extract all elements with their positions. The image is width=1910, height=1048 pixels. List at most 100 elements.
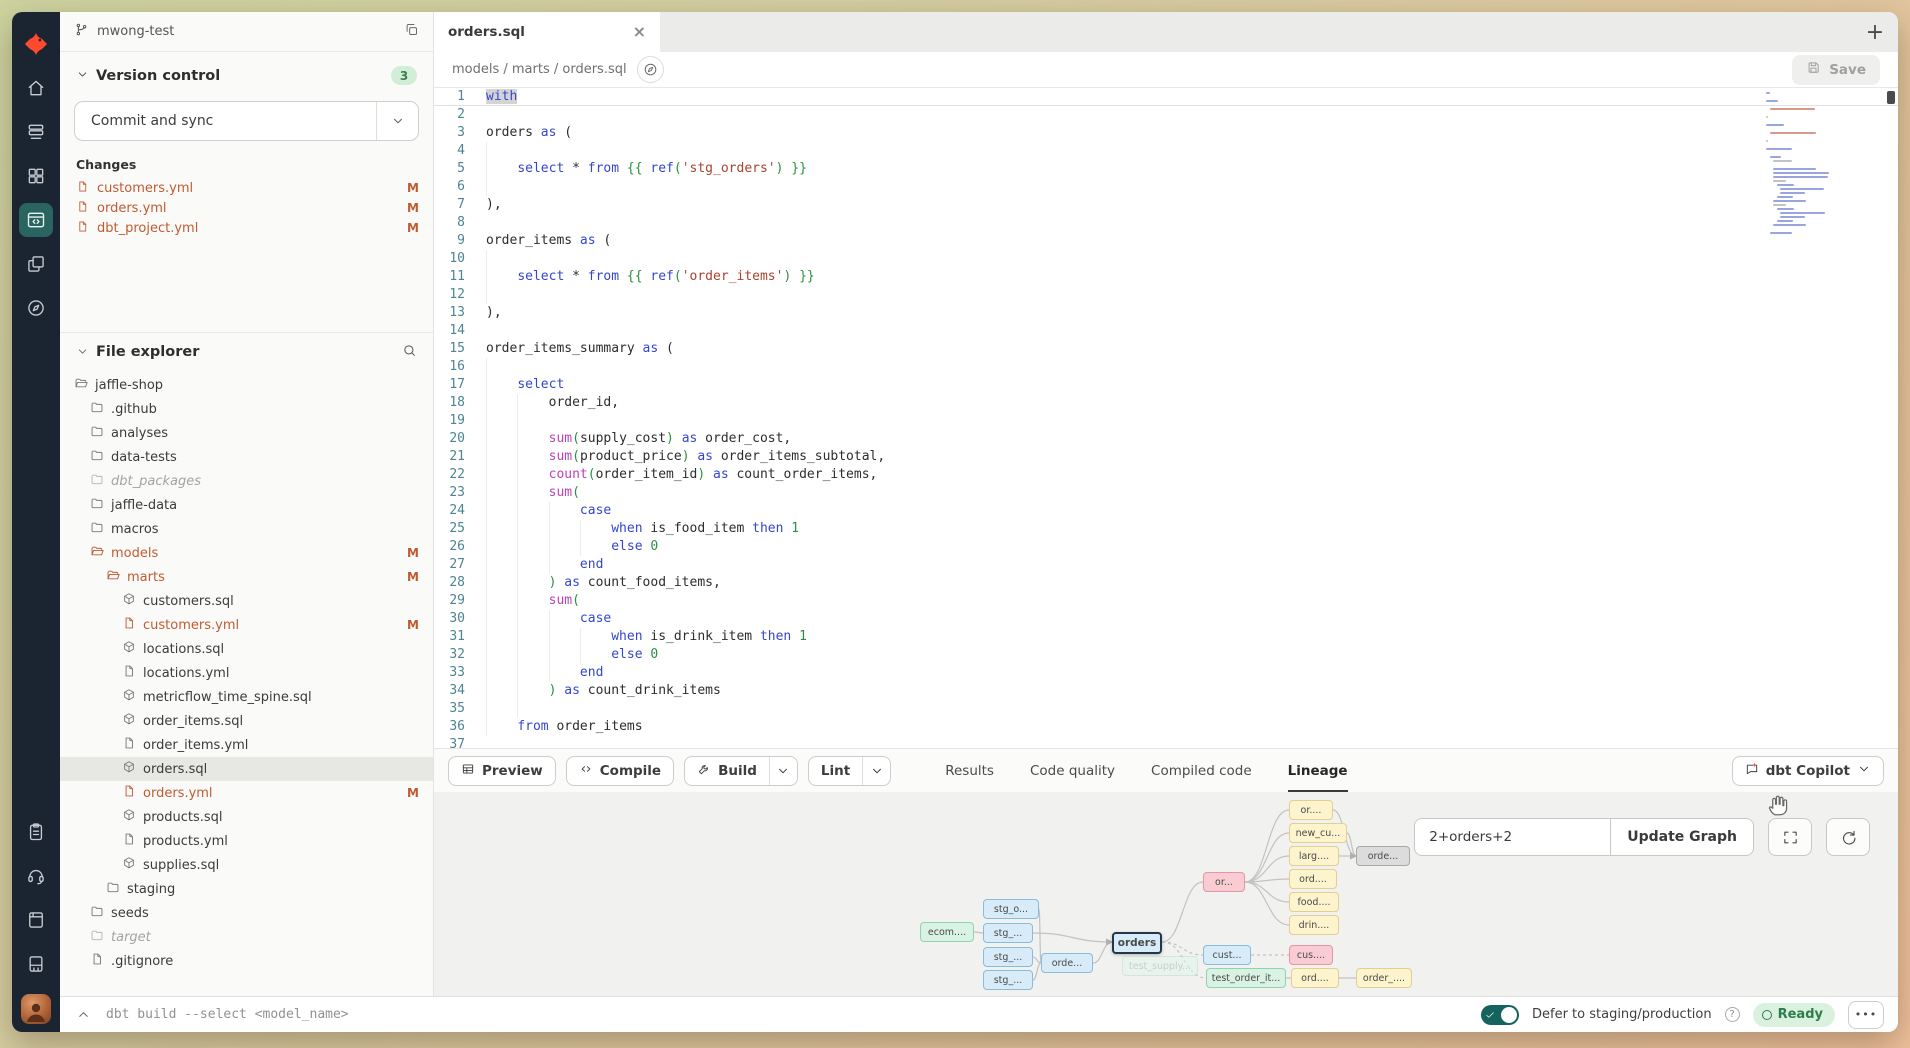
code-line[interactable]: 27 end — [434, 556, 1898, 574]
editor-minimap[interactable] — [1766, 92, 1840, 240]
file-tree-item[interactable]: order_items.sql — [60, 709, 433, 733]
code-line[interactable]: 31 when is_drink_item then 1 — [434, 628, 1898, 646]
refresh-button[interactable] — [1826, 818, 1870, 856]
code-line[interactable]: 14 — [434, 322, 1898, 340]
code-line[interactable]: 2 — [434, 106, 1898, 124]
code-line[interactable]: 5 select * from {{ ref('stg_orders') }} — [434, 160, 1898, 178]
file-tree-item[interactable]: macros — [60, 517, 433, 541]
file-tree-item[interactable]: customers.sql — [60, 589, 433, 613]
lineage-node-ordy[interactable]: ord.... — [1291, 968, 1339, 988]
file-tree-item[interactable]: staging — [60, 877, 433, 901]
lineage-node-ordeb[interactable]: orde... — [1041, 953, 1093, 973]
compile-button[interactable]: Compile — [566, 756, 674, 786]
lineage-node-cusp[interactable]: cus.... — [1289, 945, 1333, 965]
library-icon[interactable] — [19, 947, 53, 981]
file-tree-item[interactable]: martsM — [60, 565, 433, 589]
file-tree-item[interactable]: locations.sql — [60, 637, 433, 661]
tab-lineage[interactable]: Lineage — [1288, 749, 1348, 792]
file-tree-item[interactable]: data-tests — [60, 445, 433, 469]
lineage-node-y5[interactable]: food.... — [1289, 892, 1339, 912]
apps-icon[interactable] — [19, 159, 53, 193]
code-line[interactable]: 30 case — [434, 610, 1898, 628]
dbt-copilot-button[interactable]: dbt Copilot — [1732, 756, 1884, 786]
lineage-node-orders[interactable]: orders — [1112, 932, 1162, 954]
lineage-filter-input[interactable] — [1414, 818, 1610, 856]
code-line[interactable]: 20 sum(supply_cost) as order_cost, — [434, 430, 1898, 448]
file-tree-item[interactable]: .gitignore — [60, 949, 433, 973]
lineage-node-orp[interactable]: or... — [1203, 872, 1245, 892]
chevron-down-icon[interactable] — [76, 343, 89, 362]
code-line[interactable]: 11 select * from {{ ref('order_items') }… — [434, 268, 1898, 286]
code-line[interactable]: 12 — [434, 286, 1898, 304]
lineage-node-stg2[interactable]: stg_... — [983, 947, 1033, 967]
file-tree-item[interactable]: .github — [60, 397, 433, 421]
save-button[interactable]: Save — [1792, 55, 1880, 85]
help-icon[interactable]: ? — [1725, 1007, 1740, 1022]
close-tab-icon[interactable]: × — [633, 24, 646, 40]
code-line[interactable]: 15order_items_summary as ( — [434, 340, 1898, 358]
editor-scrollbar[interactable] — [1886, 88, 1896, 748]
code-line[interactable]: 35 — [434, 700, 1898, 718]
chevron-down-icon[interactable] — [76, 66, 89, 85]
code-line[interactable]: 23 sum( — [434, 484, 1898, 502]
code-line[interactable]: 17 select — [434, 376, 1898, 394]
file-tree-item[interactable]: orders.ymlM — [60, 781, 433, 805]
home-icon[interactable] — [19, 71, 53, 105]
changed-file-row[interactable]: dbt_project.ymlM — [60, 218, 433, 238]
code-line[interactable]: 25 when is_food_item then 1 — [434, 520, 1898, 538]
docs-icon[interactable] — [19, 903, 53, 937]
lineage-node-y1[interactable]: or.... — [1289, 800, 1333, 820]
file-tree-item[interactable]: modelsM — [60, 541, 433, 565]
file-tree-item[interactable]: jaffle-shop — [60, 373, 433, 397]
file-tree-item[interactable]: analyses — [60, 421, 433, 445]
lineage-node-stg1[interactable]: stg_... — [983, 923, 1033, 943]
code-line[interactable]: 1with — [434, 88, 1898, 106]
code-line[interactable]: 26 else 0 — [434, 538, 1898, 556]
file-tree-item[interactable]: locations.yml — [60, 661, 433, 685]
file-tree-item[interactable]: supplies.sql — [60, 853, 433, 877]
code-line[interactable]: 36 from order_items — [434, 718, 1898, 736]
build-button[interactable]: Build — [684, 756, 798, 786]
tab-compiled-code[interactable]: Compiled code — [1151, 749, 1252, 792]
file-tree-item[interactable]: seeds — [60, 901, 433, 925]
lineage-node-y4[interactable]: ord.... — [1289, 869, 1337, 889]
lineage-node-testoi[interactable]: test_order_it... — [1206, 968, 1286, 988]
code-line[interactable]: 8 — [434, 214, 1898, 232]
catalog-icon[interactable] — [19, 815, 53, 849]
changed-file-row[interactable]: orders.ymlM — [60, 198, 433, 218]
file-tree-item[interactable]: dbt_packages — [60, 469, 433, 493]
code-line[interactable]: 33 end — [434, 664, 1898, 682]
lineage-node-y2[interactable]: new_cu... — [1289, 823, 1347, 843]
file-tree-item[interactable]: orders.sql — [60, 757, 433, 781]
commit-options-chevron-icon[interactable] — [376, 102, 418, 140]
open-in-explorer-button[interactable] — [637, 56, 664, 83]
tab-orders-sql[interactable]: orders.sql × — [434, 12, 660, 52]
code-line[interactable]: 22 count(order_item_id) as count_order_i… — [434, 466, 1898, 484]
code-line[interactable]: 7), — [434, 196, 1898, 214]
code-line[interactable]: 19 — [434, 412, 1898, 430]
lineage-node-stg3[interactable]: stg_... — [983, 970, 1033, 990]
lint-button[interactable]: Lint — [808, 756, 891, 786]
command-input[interactable]: dbt build --select <model_name> — [106, 1007, 349, 1022]
update-graph-button[interactable]: Update Graph — [1610, 818, 1754, 856]
code-line[interactable]: 9order_items as ( — [434, 232, 1898, 250]
chevron-down-icon[interactable] — [862, 757, 890, 785]
file-tree-item[interactable]: jaffle-data — [60, 493, 433, 517]
code-line[interactable]: 10 — [434, 250, 1898, 268]
lineage-node-ecom[interactable]: ecom.... — [920, 922, 974, 942]
environments-icon[interactable] — [19, 115, 53, 149]
defer-toggle[interactable] — [1481, 1005, 1519, 1025]
code-line[interactable]: 32 else 0 — [434, 646, 1898, 664]
lineage-node-y6[interactable]: drin.... — [1289, 915, 1339, 935]
search-icon[interactable] — [402, 343, 417, 362]
code-line[interactable]: 29 sum( — [434, 592, 1898, 610]
code-line[interactable]: 24 case — [434, 502, 1898, 520]
file-tree-item[interactable]: customers.ymlM — [60, 613, 433, 637]
code-editor[interactable]: 1with23orders as (45 select * from {{ re… — [434, 88, 1898, 748]
collapse-command-bar-button[interactable] — [60, 1007, 106, 1022]
develop-icon[interactable] — [19, 203, 53, 237]
more-options-button[interactable]: ••• — [1848, 1001, 1884, 1029]
user-avatar[interactable] — [21, 994, 51, 1024]
preview-button[interactable]: Preview — [448, 756, 556, 786]
fullscreen-button[interactable] — [1768, 818, 1812, 856]
